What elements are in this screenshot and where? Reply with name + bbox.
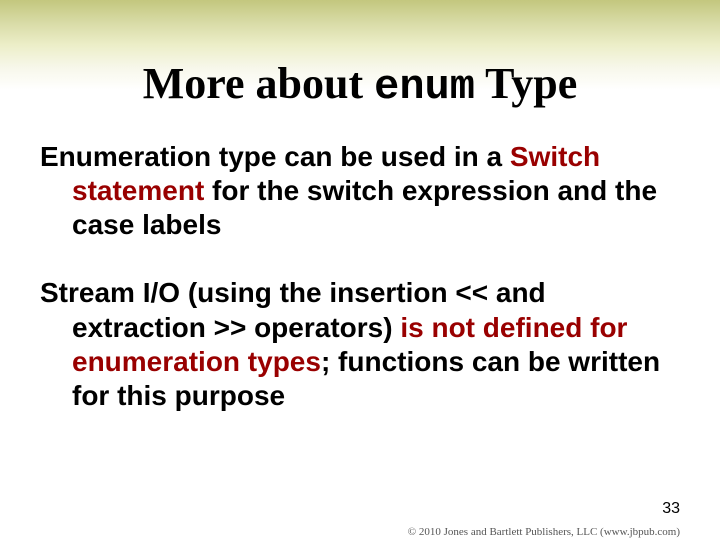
title-pre: More about bbox=[143, 59, 374, 108]
footer-copyright: © 2010 Jones and Bartlett Publishers, LL… bbox=[408, 526, 680, 538]
title-mono: enum bbox=[374, 63, 475, 111]
paragraph-2: Stream I/O (using the insertion << and e… bbox=[40, 276, 680, 413]
page-number: 33 bbox=[662, 500, 680, 518]
p1-seg1: Enumeration type can be used in a bbox=[40, 141, 510, 172]
paragraph-1: Enumeration type can be used in a Switch… bbox=[40, 140, 680, 242]
slide-body: Enumeration type can be used in a Switch… bbox=[40, 140, 680, 447]
title-post: Type bbox=[475, 59, 577, 108]
slide-title: More about enum Type bbox=[0, 58, 720, 111]
